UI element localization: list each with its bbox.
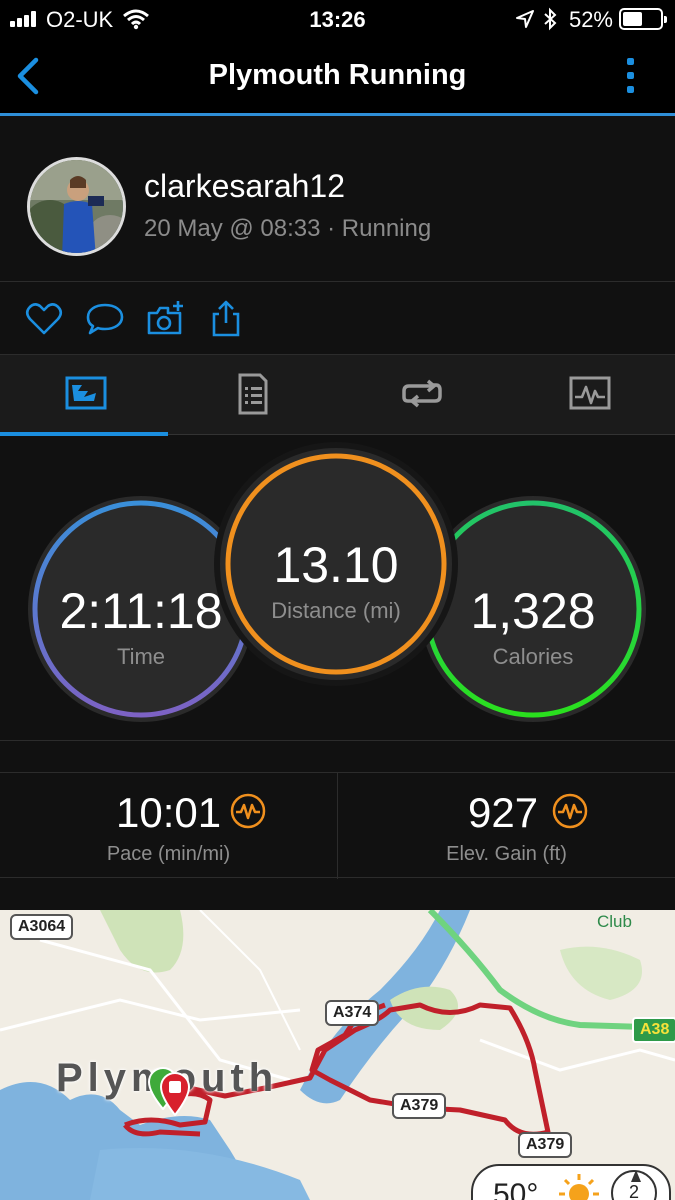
more-options-button[interactable] (625, 56, 637, 96)
status-bar: O2-UK 13:26 52% (0, 0, 675, 38)
road-label-a379: A379 (518, 1132, 573, 1158)
share-icon (212, 300, 240, 337)
activity-tabs (0, 355, 675, 436)
heart-icon (25, 303, 63, 335)
activity-meta: 20 May @ 08:33 · Running (144, 215, 432, 242)
comment-button[interactable] (84, 299, 124, 339)
details-list-icon (238, 373, 268, 415)
calories-stat: 1,328 Calories (420, 496, 646, 722)
road-label-a3064: A3064 (10, 914, 74, 940)
wind-indicator: 2 (611, 1170, 657, 1200)
page-title: Plymouth Running (208, 59, 467, 91)
pace-label: Pace (min/mi) (106, 843, 231, 865)
calories-value: 1,328 (470, 583, 596, 639)
weather-widget[interactable]: 50° 2 (471, 1164, 671, 1200)
tab-summary[interactable] (0, 355, 168, 436)
map-canvas (0, 910, 675, 1200)
comment-icon (86, 303, 124, 335)
secondary-metrics: 10:01 Pace (min/mi) 927 Elev. Gain (ft) (0, 772, 675, 879)
weather-temp: 50° (493, 1178, 539, 1200)
like-button[interactable] (24, 299, 64, 339)
battery-percent: 52% (568, 7, 613, 32)
avatar-photo (30, 160, 123, 253)
section-divider (0, 740, 675, 772)
summary-stats: 2:11:18 Time 1,328 Calories 13.10 Distan… (0, 436, 675, 740)
road-label-a374: A374 (325, 1000, 380, 1026)
laps-icon (402, 379, 442, 408)
pace-metric[interactable]: 10:01 Pace (min/mi) (0, 773, 337, 879)
elevation-label: Elev. Gain (ft) (446, 843, 567, 865)
action-bar (0, 283, 675, 355)
battery-icon (619, 8, 667, 30)
charts-icon (569, 376, 611, 410)
map-summary-icon (65, 376, 107, 410)
add-photo-button[interactable] (146, 299, 186, 339)
location-icon (516, 10, 534, 28)
tab-laps[interactable] (336, 355, 504, 435)
wind-speed: 2 (628, 1182, 639, 1200)
road-label-a38: A38 (632, 1017, 675, 1043)
tab-charts[interactable] (504, 355, 672, 435)
elevation-metric[interactable]: 927 Elev. Gain (ft) (338, 773, 675, 879)
chart-pulse-icon (552, 793, 588, 829)
elevation-value: 927 (468, 789, 539, 836)
share-button[interactable] (208, 299, 248, 339)
add-photo-icon (147, 301, 183, 335)
distance-label: Distance (mi) (271, 598, 401, 623)
pace-value: 10:01 (116, 789, 222, 836)
sun-icon (559, 1174, 599, 1200)
activity-header: clarkesarah12 20 May @ 08:33 · Running (0, 117, 675, 282)
username[interactable]: clarkesarah12 (144, 168, 345, 205)
tab-details[interactable] (168, 355, 336, 435)
bluetooth-icon (544, 7, 557, 31)
poi-label: Club (597, 912, 632, 931)
route-map[interactable]: A3064 A374 A379 A379 A38 Club Plymouth 5… (0, 910, 675, 1200)
road-label-a379: A379 (392, 1093, 447, 1119)
finish-marker-icon (159, 1072, 191, 1116)
distance-stat: 13.10 Distance (mi) (220, 448, 452, 680)
chart-pulse-icon (230, 793, 266, 829)
calories-label: Calories (492, 644, 574, 669)
distance-value: 13.10 (273, 537, 399, 593)
wind-direction-icon (631, 1170, 641, 1182)
avatar[interactable] (27, 157, 126, 256)
navigation-bar: Plymouth Running (0, 38, 675, 116)
